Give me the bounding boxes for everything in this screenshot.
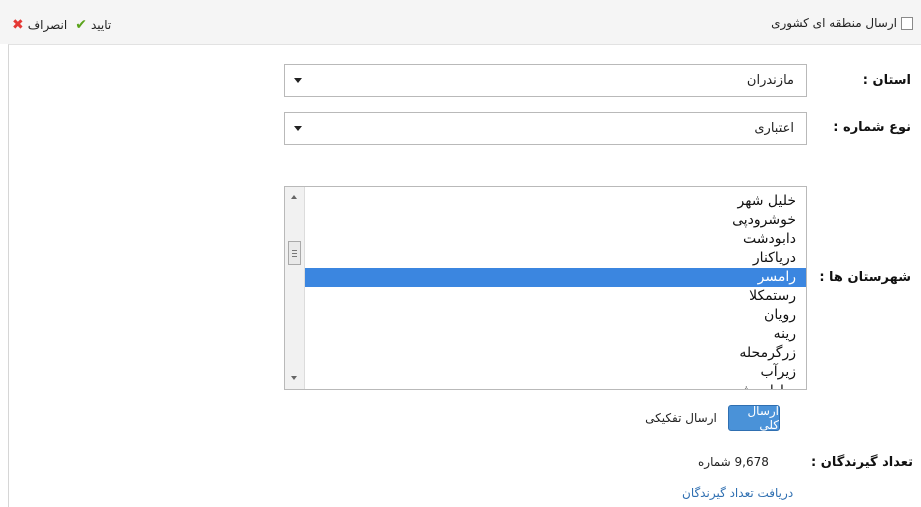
cancel-label: انصراف [27, 18, 68, 32]
send-regional-option[interactable]: ارسال منطقه ای کشوری [771, 16, 913, 30]
listbox-scrollbar[interactable] [285, 187, 305, 389]
cities-list: خلیل شهر خوشرودپی دابودشت درياكنار رامسر رستم… [305, 192, 806, 389]
chevron-down-icon [294, 78, 302, 83]
list-item[interactable]: سادات شهر [305, 382, 806, 389]
scroll-thumb[interactable] [288, 241, 301, 265]
send-general-button[interactable]: ارسال کلی [728, 404, 780, 432]
number-type-select[interactable]: اعتباری [284, 112, 807, 145]
list-item[interactable]: زیرآب [305, 363, 806, 382]
scroll-up-icon[interactable] [291, 195, 297, 199]
action-bar: ✖ انصراف ✔ تایید [12, 18, 111, 32]
list-item[interactable]: خلیل شهر [305, 192, 806, 211]
province-value: مازندران [746, 73, 794, 88]
fetch-recipients-link[interactable]: دریافت تعداد گیرندگان [682, 486, 793, 500]
number-type-label: نوع شماره : [833, 120, 911, 135]
cities-listbox[interactable]: خلیل شهر خوشرودپی دابودشت درياكنار رامسر رستم… [284, 186, 807, 390]
list-item[interactable]: زرگرمحله [305, 344, 806, 363]
close-icon: ✖ [12, 17, 24, 33]
cities-label: شهرستان ها : [819, 270, 911, 285]
list-item[interactable]: رستمکلا [305, 287, 806, 306]
list-item[interactable]: خوشرودپی [305, 211, 806, 230]
confirm-label: تایید [90, 18, 112, 32]
recipients-label: تعداد گیرندگان : [811, 455, 913, 470]
recipients-count: 9,678 شماره [698, 455, 769, 469]
list-item[interactable]: رینه [305, 325, 806, 344]
list-item[interactable]: رویان [305, 306, 806, 325]
scroll-down-icon[interactable] [291, 376, 297, 380]
send-separate-button[interactable]: ارسال تفکیکی [634, 405, 728, 431]
number-type-value: اعتباری [754, 121, 794, 136]
confirm-button[interactable]: ✔ تایید [75, 18, 111, 32]
province-select[interactable]: مازندران [284, 64, 807, 97]
chevron-down-icon [294, 126, 302, 131]
send-mode-toggle: ارسال تفکیکی ارسال کلی [634, 404, 780, 432]
list-item[interactable]: دابودشت [305, 230, 806, 249]
list-item[interactable]: رامسر [305, 268, 806, 287]
cancel-button[interactable]: ✖ انصراف [12, 18, 67, 32]
send-regional-label: ارسال منطقه ای کشوری [771, 16, 897, 30]
send-regional-checkbox[interactable] [901, 16, 913, 30]
list-item[interactable]: درياكنار [305, 249, 806, 268]
top-toolbar: ✖ انصراف ✔ تایید ارسال منطقه ای کشوری [0, 0, 921, 44]
province-label: استان : [862, 73, 911, 88]
check-icon: ✔ [75, 17, 87, 33]
